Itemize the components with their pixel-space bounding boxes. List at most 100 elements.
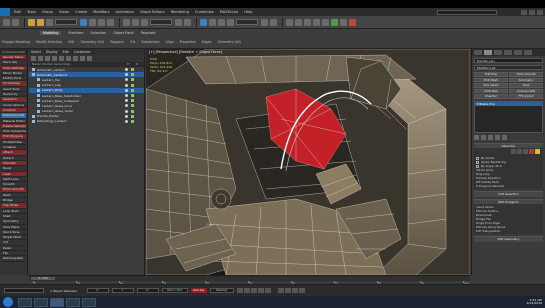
redo-icon[interactable] xyxy=(12,18,19,26)
ribbon-panel[interactable]: Geometry (All) xyxy=(81,40,104,44)
filter-helpers-icon[interactable] xyxy=(59,56,64,61)
se-menu-select[interactable]: Select xyxy=(31,50,41,54)
scale-icon[interactable] xyxy=(141,18,148,26)
menu-maxscript[interactable]: MAXScript xyxy=(220,10,238,14)
motion-tab-icon[interactable] xyxy=(504,50,512,55)
system-tray-clock[interactable]: 9:41 AM 6/14/2016 xyxy=(527,298,542,306)
column-frozen[interactable]: Fr xyxy=(127,62,130,67)
maximize-button[interactable] xyxy=(529,9,535,15)
border-level-icon[interactable] xyxy=(523,149,528,154)
snaps-toggle-icon[interactable] xyxy=(200,18,207,26)
ribbon-panel[interactable]: Edit xyxy=(68,40,74,44)
unlink-icon[interactable] xyxy=(37,18,44,26)
freeze-icon[interactable] xyxy=(131,83,134,87)
freeze-icon[interactable] xyxy=(131,73,134,77)
freeze-icon[interactable] xyxy=(131,99,134,103)
visibility-icon[interactable] xyxy=(125,88,128,92)
filter-geometry-icon[interactable] xyxy=(31,56,36,61)
go-to-start-icon[interactable] xyxy=(236,288,243,293)
menu-rendering[interactable]: Rendering xyxy=(171,10,189,14)
element-level-icon[interactable] xyxy=(535,149,540,154)
freeze-icon[interactable] xyxy=(131,68,134,72)
reference-coordinate-dropdown[interactable] xyxy=(150,19,172,25)
display-tab-icon[interactable] xyxy=(514,50,522,55)
modifier-button[interactable]: Chamfer xyxy=(474,94,508,99)
select-object-icon[interactable] xyxy=(80,18,87,26)
ribbon-panel[interactable]: Subdivision xyxy=(141,40,159,44)
freeze-icon[interactable] xyxy=(131,104,134,108)
taskbar-explorer-icon[interactable] xyxy=(18,297,32,307)
taskbar-3dsmax-icon[interactable] xyxy=(50,297,64,307)
filter-shapes-icon[interactable] xyxy=(38,56,43,61)
edit-geometry-rollout-title[interactable]: Edit Geometry xyxy=(474,237,543,242)
visibility-icon[interactable] xyxy=(125,73,128,77)
percent-snap-icon[interactable] xyxy=(218,18,225,26)
selection-rollout-title[interactable]: Selection xyxy=(474,143,543,148)
align-icon[interactable] xyxy=(270,18,277,26)
vertex-level-icon[interactable] xyxy=(511,149,516,154)
viewport-render[interactable] xyxy=(146,49,470,275)
ribbon-tab-populate[interactable]: Populate xyxy=(141,31,156,35)
taskbar-photoshop-icon[interactable] xyxy=(66,297,80,307)
menu-help[interactable]: Help xyxy=(244,10,252,14)
y-coordinate-field[interactable]: Y: xyxy=(111,288,134,293)
modifier-button[interactable]: Poly Select xyxy=(474,83,508,88)
modifier-button[interactable]: Edit Poly xyxy=(474,72,508,77)
column-render[interactable]: R xyxy=(136,62,138,67)
menu-create[interactable]: Create xyxy=(75,10,87,14)
visibility-icon[interactable] xyxy=(125,68,128,72)
link-icon[interactable] xyxy=(28,18,35,26)
menu-customize[interactable]: Customize xyxy=(195,10,214,14)
ribbon-tab-selection[interactable]: Selection xyxy=(91,31,107,35)
render-production-icon[interactable] xyxy=(349,18,356,26)
filter-xrefs-icon[interactable] xyxy=(80,56,85,61)
visibility-icon[interactable] xyxy=(125,119,128,123)
schematic-view-icon[interactable] xyxy=(313,18,320,26)
menu-group[interactable]: Group xyxy=(42,10,53,14)
render-setup-icon[interactable] xyxy=(331,18,338,26)
next-frame-icon[interactable] xyxy=(257,288,264,293)
menu-edit[interactable]: Edit xyxy=(14,10,21,14)
stack-item-editable-poly[interactable]: Editable Poly xyxy=(475,101,542,106)
visibility-icon[interactable] xyxy=(125,99,128,103)
modifier-stack[interactable]: Editable Poly xyxy=(474,100,543,133)
scene-explorer-row[interactable]: Retopology_Lantern xyxy=(29,119,144,124)
selection-filter-dropdown[interactable] xyxy=(55,19,77,25)
freeze-icon[interactable] xyxy=(131,88,134,92)
se-menu-display[interactable]: Display xyxy=(46,50,58,54)
select-by-name-icon[interactable] xyxy=(89,18,96,26)
remove-modifier-icon[interactable] xyxy=(495,134,500,140)
ribbon-panel[interactable]: Align xyxy=(166,40,174,44)
spinner-snap-icon[interactable] xyxy=(227,18,234,26)
polygon-level-icon[interactable] xyxy=(529,149,534,154)
key-filter-dropdown[interactable]: Selected xyxy=(209,288,234,293)
play-icon[interactable] xyxy=(250,288,257,293)
freeze-icon[interactable] xyxy=(131,109,134,113)
time-slider[interactable]: 0 / 100 xyxy=(31,277,55,280)
named-selection-sets-dropdown[interactable] xyxy=(236,19,258,25)
soft-selection-rollout-title[interactable]: Soft Selection xyxy=(474,192,543,197)
ribbon-panel[interactable]: Tris xyxy=(130,40,135,44)
start-button[interactable] xyxy=(3,297,13,307)
ribbon-panel[interactable]: Modify Selection xyxy=(36,40,62,44)
filter-groups-icon[interactable] xyxy=(73,56,78,61)
modifier-button[interactable]: Edit Mesh xyxy=(474,77,508,82)
bind-space-warp-icon[interactable] xyxy=(46,18,53,26)
auto-key-button[interactable]: Auto Key xyxy=(190,288,207,293)
command-set-item[interactable]: Retriangulate xyxy=(1,256,26,262)
lantern-mesh[interactable] xyxy=(146,49,470,275)
ribbon-tab-modeling[interactable]: Modeling xyxy=(40,30,62,35)
pin-stack-icon[interactable] xyxy=(474,134,479,140)
menu-graph-editors[interactable]: Graph Editors xyxy=(140,10,165,14)
pan-icon[interactable] xyxy=(284,288,291,293)
pivot-center-icon[interactable] xyxy=(175,18,182,26)
configure-sets-icon[interactable] xyxy=(502,134,507,140)
menu-tools[interactable]: Tools xyxy=(27,10,36,14)
modifier-list-dropdown[interactable]: Modifier List xyxy=(474,65,543,70)
modifier-button[interactable]: Symmetry xyxy=(509,77,543,82)
modifier-button[interactable]: UVW Map xyxy=(474,88,508,93)
material-editor-icon[interactable] xyxy=(322,18,329,26)
freeze-icon[interactable] xyxy=(131,114,134,118)
edge-level-icon[interactable] xyxy=(517,149,522,154)
modifier-button[interactable]: FFD 2x2x2 xyxy=(509,94,543,99)
